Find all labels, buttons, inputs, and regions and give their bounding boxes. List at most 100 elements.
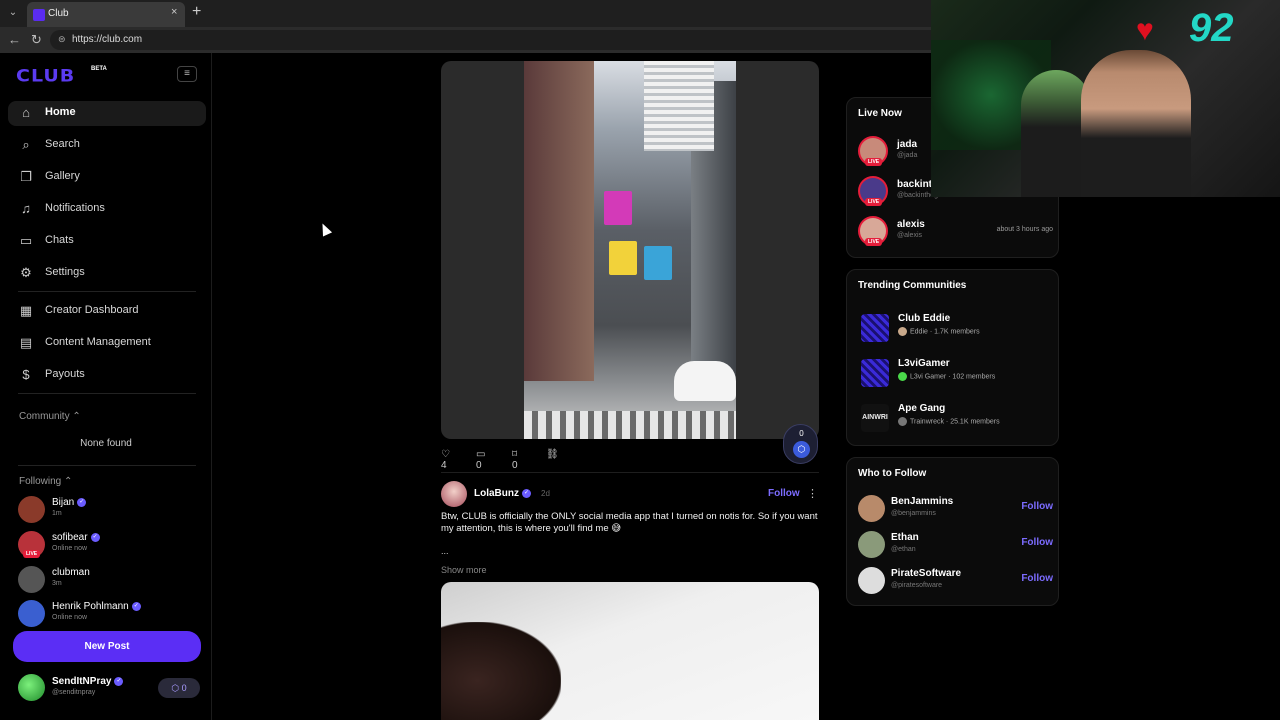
- community-name: Club Eddie: [898, 313, 951, 324]
- site-info-icon[interactable]: ⊜: [58, 34, 66, 45]
- live-item-alexis[interactable]: LIVE alexis @alexis about 3 hours ago: [858, 216, 1053, 246]
- billboard: [644, 246, 672, 280]
- following-status: 3m: [52, 580, 62, 587]
- suggestion-name: Ethan: [891, 532, 919, 543]
- comment-button[interactable]: ▭ 0: [476, 449, 485, 471]
- suggestion-name: PirateSoftware: [891, 568, 962, 579]
- community-meta: Eddie · 1.7K members: [898, 327, 980, 336]
- tip-button[interactable]: 0 ⬡: [783, 424, 818, 464]
- following-status: Online now: [52, 545, 88, 552]
- community-logo: [861, 359, 889, 387]
- verified-icon: ✓: [522, 488, 531, 498]
- new-tab-icon[interactable]: +: [192, 3, 201, 21]
- more-options-icon[interactable]: ⋮: [807, 487, 818, 500]
- following-item-henrik[interactable]: Henrik Pohlmann ✓ Online now: [18, 600, 198, 630]
- nav-search-label: Search: [45, 138, 80, 150]
- search-icon: ⌕: [22, 137, 30, 152]
- following-label: Following: [19, 476, 62, 487]
- nav-search[interactable]: ⌕ Search: [8, 133, 206, 158]
- share-link-icon[interactable]: ⛓: [546, 449, 559, 460]
- current-user-name: SendItNPray ✓: [52, 676, 124, 687]
- nav-notifications-label: Notifications: [45, 202, 105, 214]
- club-favicon-icon: [33, 9, 45, 21]
- new-post-button[interactable]: New Post: [13, 631, 201, 662]
- nav-settings-label: Settings: [45, 266, 85, 278]
- community-section-toggle[interactable]: Community ⌃: [19, 411, 81, 422]
- following-item-sofibear[interactable]: LIVE sofibear ✓ Online now: [18, 531, 198, 561]
- post-author[interactable]: LolaBunz ✓: [474, 488, 531, 499]
- owner-avatar: [898, 372, 907, 381]
- avatar: [18, 600, 45, 627]
- community-item-ape-gang[interactable]: AINWRI Ape Gang Trainwreck · 25.1K membe…: [861, 402, 1051, 432]
- community-label: Community: [19, 411, 70, 422]
- community-name: L3viGamer: [898, 358, 950, 369]
- following-item-clubman[interactable]: clubman 3m: [18, 566, 198, 596]
- suggestion-handle: @benjammins: [891, 510, 936, 517]
- suggestion-benjammins[interactable]: BenJammins @benjammins Follow: [858, 495, 1053, 525]
- nav-payouts-label: Payouts: [45, 368, 85, 380]
- follow-button[interactable]: Follow: [1021, 501, 1053, 512]
- community-logo: AINWRI: [861, 404, 889, 432]
- url-field[interactable]: ⊜ https://club.com: [50, 30, 940, 50]
- tab-title: Club: [48, 8, 69, 19]
- content-icon: ▤: [19, 335, 33, 350]
- nav-gallery[interactable]: ❐ Gallery: [8, 165, 206, 190]
- live-handle: @jada: [897, 152, 918, 159]
- live-name: jada: [897, 139, 918, 150]
- following-name: sofibear ✓: [52, 532, 100, 543]
- verified-icon: ✓: [131, 601, 141, 611]
- suggestion-ethan[interactable]: Ethan @ethan Follow: [858, 531, 1053, 561]
- car: [674, 361, 736, 401]
- dashboard-icon: ▦: [19, 303, 33, 318]
- follow-button[interactable]: Follow: [1021, 537, 1053, 548]
- suggestion-piratesoftware[interactable]: PirateSoftware @piratesoftware Follow: [858, 567, 1053, 597]
- suggestion-name: BenJammins: [891, 496, 954, 507]
- browser-tab[interactable]: Club ×: [27, 2, 185, 27]
- nav-chats-label: Chats: [45, 234, 74, 246]
- nav-chats[interactable]: ▭ Chats: [8, 229, 206, 254]
- post-divider: [441, 472, 819, 473]
- bell-icon: ♫: [21, 201, 31, 216]
- avatar: [858, 531, 885, 558]
- nav-home[interactable]: ⌂ Home: [8, 101, 206, 126]
- bookmark-button[interactable]: ⌑ 0: [512, 449, 518, 471]
- reload-icon[interactable]: ↻: [31, 32, 42, 48]
- back-arrow-icon[interactable]: ←: [8, 32, 21, 47]
- trending-title: Trending Communities: [858, 280, 967, 291]
- follow-button[interactable]: Follow: [1021, 573, 1053, 584]
- following-status: Online now: [52, 614, 88, 621]
- following-name: clubman: [52, 567, 90, 578]
- hexagon-icon: ⬡: [793, 441, 810, 458]
- who-to-follow-panel: Who to Follow BenJammins @benjammins Fol…: [846, 457, 1059, 606]
- show-more-link[interactable]: Show more: [441, 565, 487, 575]
- tab-menu-chevron-icon[interactable]: ⌄: [4, 4, 22, 22]
- community-empty: None found: [80, 438, 132, 449]
- nav-content-management[interactable]: ▤ Content Management: [8, 331, 206, 356]
- live-badge: LIVE: [865, 198, 883, 206]
- tower: [644, 61, 714, 151]
- nav-creator-dashboard[interactable]: ▦ Creator Dashboard: [8, 299, 206, 324]
- tab-close-icon[interactable]: ×: [171, 6, 177, 18]
- nav-notifications[interactable]: ♫ Notifications: [8, 197, 206, 222]
- following-section-toggle[interactable]: Following ⌃: [19, 476, 72, 487]
- live-name: backint: [897, 179, 933, 190]
- post-image[interactable]: [441, 61, 819, 439]
- community-item-club-eddie[interactable]: Club Eddie Eddie · 1.7K members: [861, 312, 1051, 342]
- following-status: 1m: [52, 510, 62, 517]
- post-image[interactable]: [441, 582, 819, 720]
- menu-hamburger-icon[interactable]: ≡: [177, 66, 197, 82]
- like-button[interactable]: ♡ 4: [441, 449, 450, 471]
- avatar: [858, 567, 885, 594]
- nav-payouts[interactable]: $ Payouts: [8, 363, 206, 388]
- gear-icon: ⚙: [20, 265, 32, 280]
- community-item-l3vigamer[interactable]: L3viGamer L3vi Gamer · 102 members: [861, 357, 1051, 387]
- current-user[interactable]: SendItNPray ✓ @senditnpray ⬡ 0: [18, 674, 203, 704]
- club-logo[interactable]: CLUB: [16, 66, 75, 86]
- avatar: [18, 496, 45, 523]
- avatar[interactable]: [441, 481, 467, 507]
- points-badge[interactable]: ⬡ 0: [158, 678, 200, 698]
- follow-button[interactable]: Follow: [768, 488, 800, 499]
- following-item-bijan[interactable]: Bijan ✓ 1m: [18, 496, 198, 526]
- nav-settings[interactable]: ⚙ Settings: [8, 261, 206, 286]
- building: [524, 61, 594, 381]
